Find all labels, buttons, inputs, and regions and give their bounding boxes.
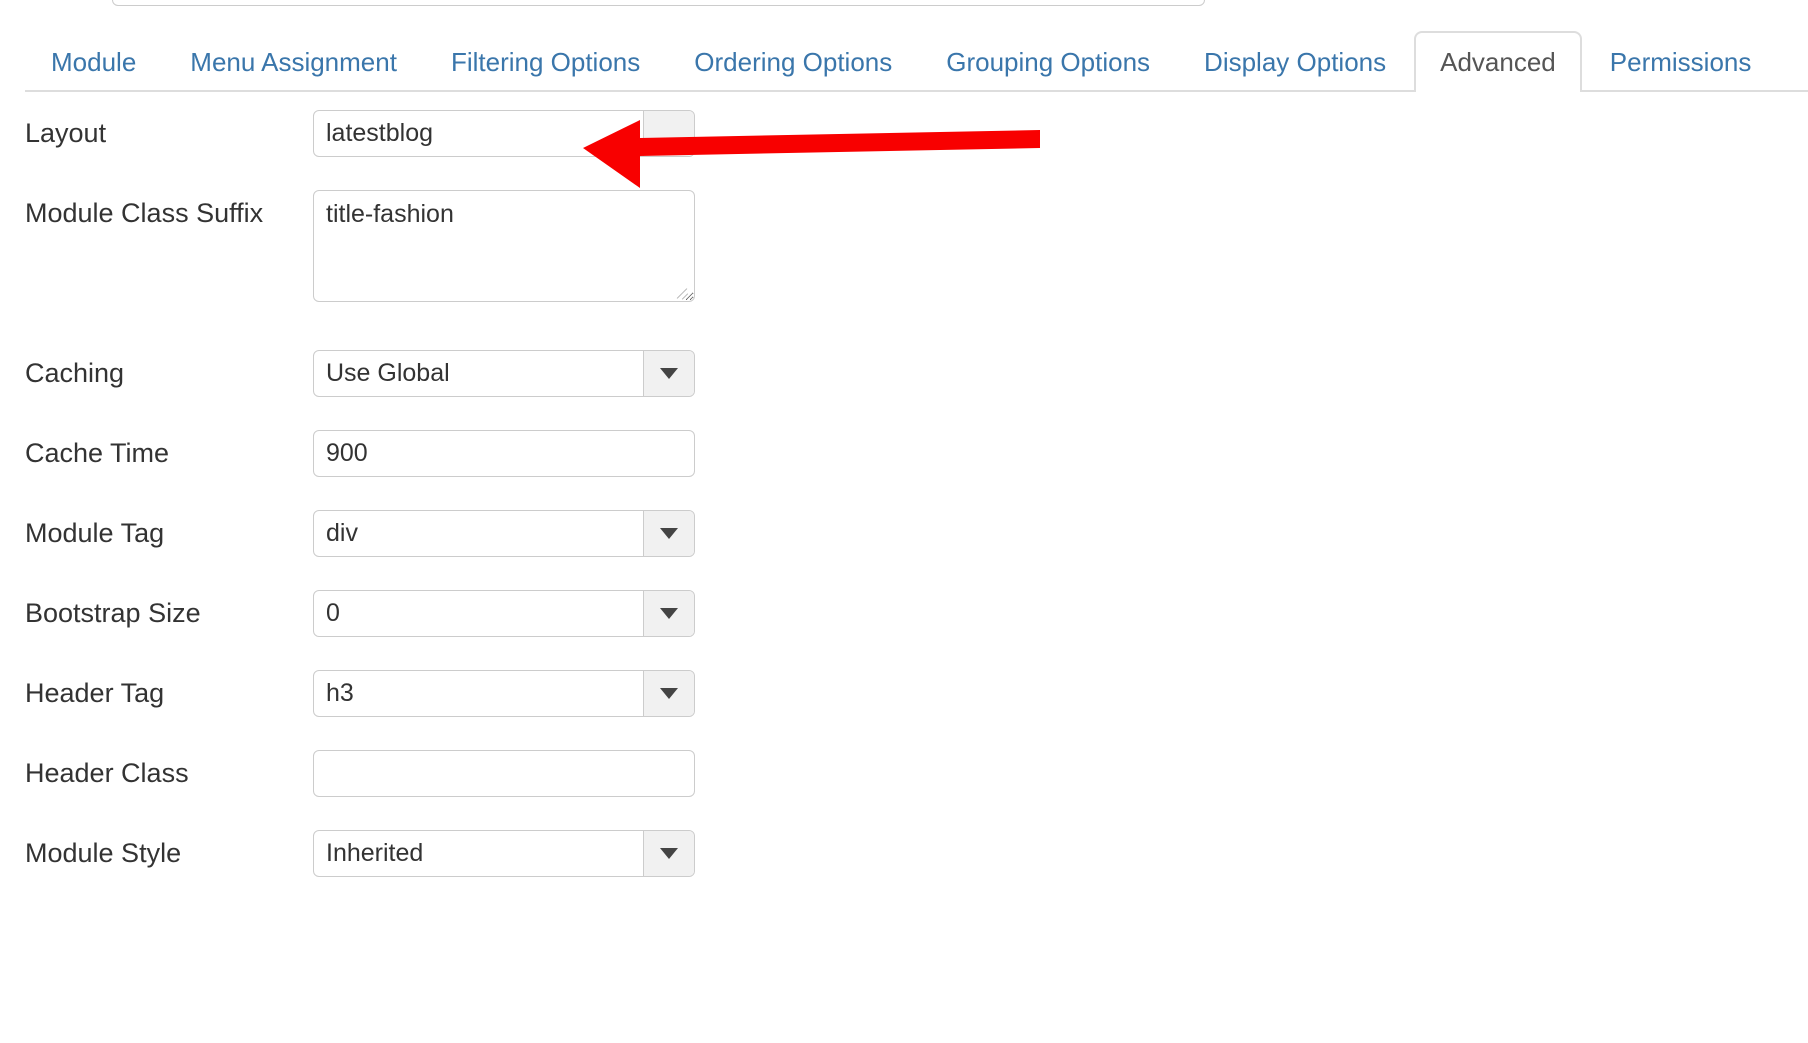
field-row-cache-time: Cache Time — [0, 430, 1808, 510]
chevron-down-icon — [660, 528, 678, 539]
chevron-down-icon — [660, 688, 678, 699]
label-module-style: Module Style — [25, 838, 182, 868]
chevron-down-icon — [660, 848, 678, 859]
header-class-input[interactable] — [313, 750, 695, 797]
field-row-bootstrap-size: Bootstrap Size 0 — [0, 590, 1808, 670]
tab-strip: Module Menu Assignment Filtering Options… — [25, 30, 1808, 94]
tab-ordering-options[interactable]: Ordering Options — [668, 31, 918, 92]
control-cache-time — [313, 430, 695, 477]
module-style-select-button[interactable] — [643, 831, 694, 876]
control-layout: latestblog — [313, 110, 695, 157]
tab-filtering-options[interactable]: Filtering Options — [425, 31, 666, 92]
header-tag-select[interactable]: h3 — [313, 670, 695, 717]
label-layout: Layout — [25, 118, 107, 148]
bootstrap-size-select[interactable]: 0 — [313, 590, 695, 637]
label-header-tag: Header Tag — [25, 678, 165, 708]
label-header-class: Header Class — [25, 758, 189, 788]
bootstrap-size-select-button[interactable] — [643, 591, 694, 636]
cache-time-input[interactable] — [313, 430, 695, 477]
chevron-down-icon — [660, 608, 678, 619]
caching-select-button[interactable] — [643, 351, 694, 396]
control-caching: Use Global — [313, 350, 695, 397]
layout-select[interactable]: latestblog — [313, 110, 695, 157]
tab-menu-assignment[interactable]: Menu Assignment — [164, 31, 423, 92]
label-bootstrap-size: Bootstrap Size — [25, 598, 201, 628]
tab-module[interactable]: Module — [25, 31, 162, 92]
label-module-tag: Module Tag — [25, 518, 165, 548]
tab-display-options[interactable]: Display Options — [1178, 31, 1412, 92]
field-row-layout: Layout latestblog — [0, 110, 1808, 190]
bootstrap-size-select-value: 0 — [326, 599, 340, 627]
caching-select-value: Use Global — [326, 359, 450, 387]
label-cache-time: Cache Time — [25, 438, 170, 468]
field-row-module-class-suffix: Module Class Suffix — [0, 190, 1808, 350]
module-tag-select-value: div — [326, 519, 358, 547]
layout-select-value: latestblog — [326, 119, 434, 147]
field-row-header-tag: Header Tag h3 — [0, 670, 1808, 750]
label-module-class-suffix: Module Class Suffix — [25, 198, 264, 228]
module-class-suffix-textarea[interactable] — [313, 190, 695, 302]
label-caching: Caching — [25, 358, 125, 388]
tab-advanced[interactable]: Advanced — [1414, 31, 1582, 94]
advanced-settings-form: Layout latestblog Module Class Suffix Ca… — [0, 110, 1808, 910]
field-row-module-tag: Module Tag div — [0, 510, 1808, 590]
control-bootstrap-size: 0 — [313, 590, 695, 637]
control-header-tag: h3 — [313, 670, 695, 717]
control-header-class — [313, 750, 695, 797]
tab-permissions[interactable]: Permissions — [1584, 31, 1778, 92]
module-style-select[interactable]: Inherited — [313, 830, 695, 877]
tab-grouping-options[interactable]: Grouping Options — [920, 31, 1176, 92]
partial-panel-top — [112, 0, 1205, 6]
field-row-module-style: Module Style Inherited — [0, 830, 1808, 910]
chevron-down-icon — [660, 368, 678, 379]
module-tag-select-button[interactable] — [643, 511, 694, 556]
control-module-style: Inherited — [313, 830, 695, 877]
tab-list: Module Menu Assignment Filtering Options… — [25, 30, 1808, 94]
control-module-tag: div — [313, 510, 695, 557]
module-style-select-value: Inherited — [326, 839, 424, 867]
header-tag-select-button[interactable] — [643, 671, 694, 716]
layout-select-button[interactable] — [643, 111, 694, 156]
control-module-class-suffix — [313, 190, 695, 302]
caching-select[interactable]: Use Global — [313, 350, 695, 397]
field-row-header-class: Header Class — [0, 750, 1808, 830]
module-tag-select[interactable]: div — [313, 510, 695, 557]
field-row-caching: Caching Use Global — [0, 350, 1808, 430]
header-tag-select-value: h3 — [326, 679, 354, 707]
